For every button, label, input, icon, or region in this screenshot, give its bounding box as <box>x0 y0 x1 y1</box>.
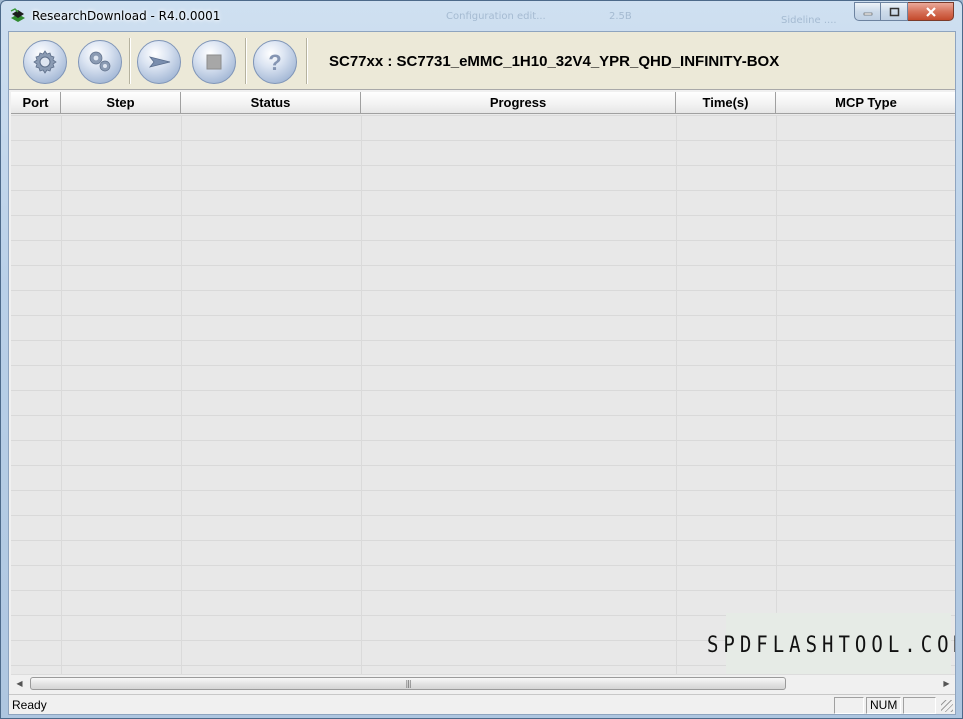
scroll-left-button[interactable]: ◀ <box>11 675 28 692</box>
caption-buttons <box>854 2 954 22</box>
start-download-button[interactable] <box>137 40 181 84</box>
title-bar[interactable]: ResearchDownload - R4.0.0001 Configurati… <box>1 1 962 31</box>
maximize-button[interactable] <box>881 2 908 21</box>
minimize-icon <box>863 12 872 15</box>
scroll-thumb[interactable]: ||| <box>30 677 786 690</box>
column-header-step[interactable]: Step <box>61 92 181 114</box>
maximize-icon <box>889 7 899 16</box>
ghost-text: Configuration edit... <box>446 11 546 22</box>
close-button[interactable] <box>908 2 954 21</box>
status-text: Ready <box>12 698 47 712</box>
stop-download-button[interactable] <box>192 40 236 84</box>
stop-icon <box>206 54 222 70</box>
svg-text:?: ? <box>268 50 281 75</box>
play-arrow-icon <box>148 56 171 68</box>
close-icon <box>925 6 936 17</box>
horizontal-scrollbar[interactable]: ◀ ||| ▶ <box>11 674 955 691</box>
column-header-mcp-type[interactable]: MCP Type <box>776 92 955 114</box>
status-bar: Ready NUM <box>9 694 955 714</box>
toolbar-separator <box>245 38 247 84</box>
scroll-right-button[interactable]: ▶ <box>938 675 955 692</box>
help-button[interactable]: ? <box>253 40 297 84</box>
column-header-status[interactable]: Status <box>181 92 361 114</box>
gear-icon <box>33 50 57 74</box>
status-panel-num: NUM <box>866 697 901 714</box>
status-panel-caps <box>834 697 864 714</box>
column-divider <box>676 115 677 678</box>
table-header: Port Step Status Progress Time(s) MCP Ty… <box>11 92 955 114</box>
settings-button[interactable] <box>78 40 122 84</box>
column-divider <box>181 115 182 678</box>
column-header-port[interactable]: Port <box>11 92 61 114</box>
toolbar-separator <box>306 38 308 84</box>
chevron-left-icon: ◀ <box>16 679 23 688</box>
column-header-time[interactable]: Time(s) <box>676 92 776 114</box>
help-icon: ? <box>268 50 281 75</box>
column-divider <box>776 115 777 678</box>
toolbar-separator <box>129 38 131 84</box>
grip-icon: ||| <box>405 679 411 688</box>
app-window: ResearchDownload - R4.0.0001 Configurati… <box>0 0 963 719</box>
window-title: ResearchDownload - R4.0.0001 <box>32 9 221 23</box>
device-label: SC77xx : SC7731_eMMC_1H10_32V4_YPR_QHD_I… <box>329 53 780 70</box>
watermark: SPDFLASHTOOL.COM <box>707 612 955 677</box>
ghost-text: 2.5B <box>609 11 632 22</box>
ghost-text: Sideline .... <box>781 15 837 26</box>
column-divider <box>61 115 62 678</box>
client-area: ? SC77xx : SC7731_eMMC_1H10_32V4_YPR_QHD… <box>8 31 956 715</box>
download-list[interactable]: Port Step Status Progress Time(s) MCP Ty… <box>11 92 955 678</box>
gears-icon <box>89 51 111 72</box>
status-panel-scroll <box>903 697 936 714</box>
column-divider <box>361 115 362 678</box>
resize-grip[interactable] <box>941 700 953 712</box>
table-body <box>11 115 955 678</box>
minimize-button[interactable] <box>854 2 881 21</box>
load-packet-button[interactable] <box>23 40 67 84</box>
app-icon <box>10 8 25 22</box>
column-header-progress[interactable]: Progress <box>361 92 676 114</box>
toolbar: ? SC77xx : SC7731_eMMC_1H10_32V4_YPR_QHD… <box>9 32 955 90</box>
chevron-right-icon: ▶ <box>943 679 950 688</box>
